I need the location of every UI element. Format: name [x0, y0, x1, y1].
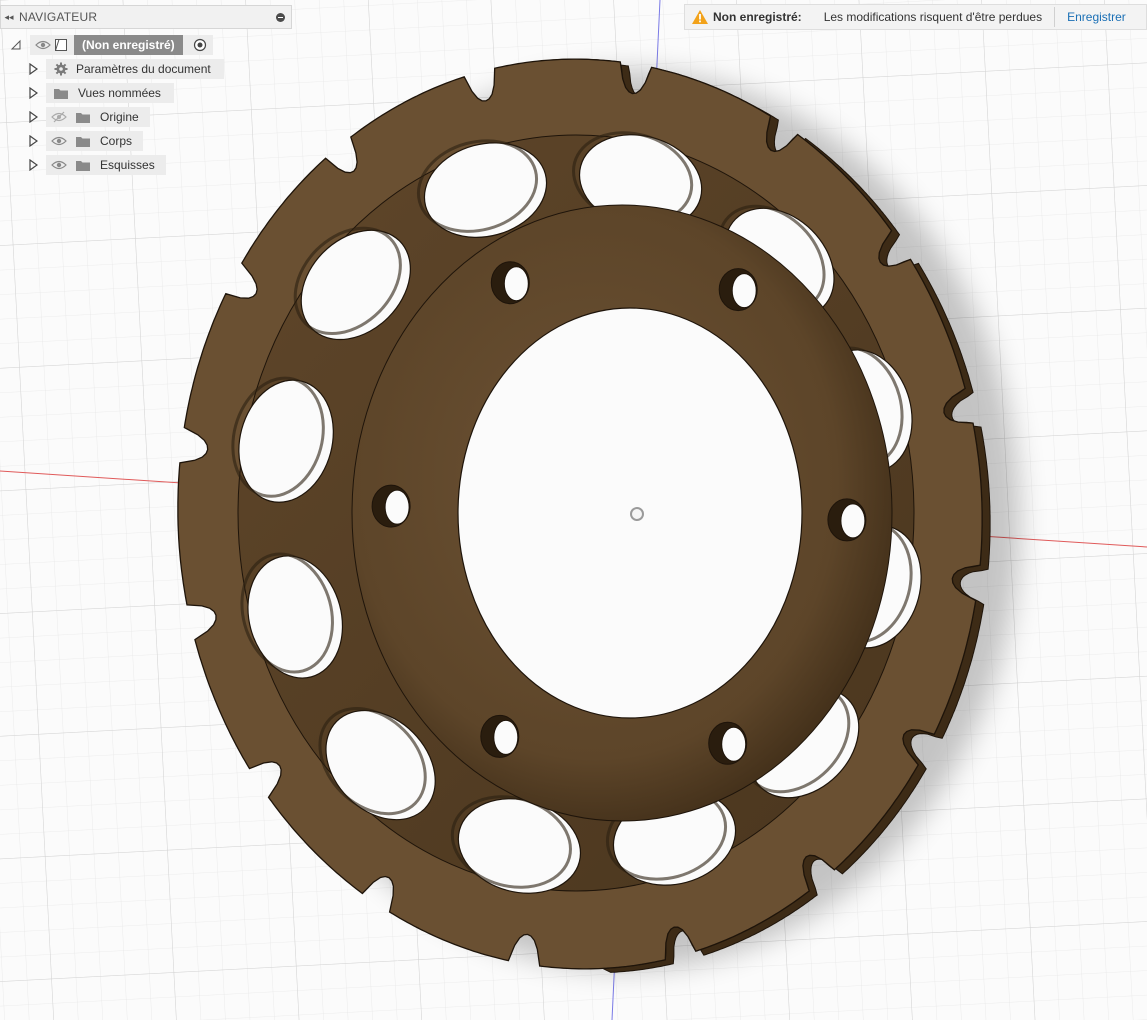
notification-title: Non enregistré: — [713, 10, 802, 24]
unsaved-notification-bar: Non enregistré: Les modifications risque… — [684, 4, 1147, 30]
expand-arrow-icon[interactable] — [28, 62, 38, 76]
document-icon — [52, 38, 70, 52]
warning-icon — [689, 9, 711, 25]
tree-item-box[interactable]: Paramètres du document — [46, 59, 224, 79]
bolt-hole — [840, 503, 866, 539]
notification-message: Les modifications risquent d'être perdue… — [823, 10, 1043, 24]
bolt-hole — [503, 266, 529, 302]
expand-arrow-icon[interactable] — [28, 86, 38, 100]
origin-point[interactable] — [630, 507, 644, 521]
tree-item-label: Vues nommées — [70, 83, 168, 103]
expand-arrow-icon[interactable] — [28, 134, 38, 148]
save-link[interactable]: Enregistrer — [1067, 10, 1126, 24]
activate-radio-icon[interactable] — [191, 38, 209, 52]
eye-icon[interactable] — [50, 158, 68, 172]
tree-root-row[interactable]: (Non enregistré) — [10, 35, 213, 55]
expand-arrow-icon[interactable] — [28, 158, 38, 172]
3d-viewport[interactable] — [0, 0, 1147, 1020]
tree-item-box[interactable]: Vues nommées — [46, 83, 174, 103]
folder-icon — [52, 86, 70, 100]
eye-icon[interactable] — [50, 134, 68, 148]
center-bore — [457, 307, 803, 719]
navigator-title: NAVIGATEUR — [19, 10, 98, 24]
tree-item-bodies[interactable]: Corps — [28, 131, 144, 151]
minimize-panel-button[interactable] — [269, 6, 291, 28]
folder-icon — [74, 134, 92, 148]
folder-icon — [74, 110, 92, 124]
eye-hidden-icon[interactable] — [50, 110, 68, 124]
root-label: (Non enregistré) — [74, 35, 183, 55]
gear-icon — [52, 62, 70, 76]
tree-item-box[interactable]: Esquisses — [46, 155, 166, 175]
bolt-hole — [493, 719, 519, 755]
tree-item-box[interactable]: Origine — [46, 107, 150, 127]
navigator-header: ◂◂ NAVIGATEUR — [0, 5, 292, 29]
tree-item-sketches[interactable]: Esquisses — [28, 155, 166, 175]
tree-item-document-settings[interactable]: Paramètres du document — [28, 59, 224, 79]
divider — [1054, 7, 1056, 27]
part-body[interactable] — [177, 58, 991, 973]
tree-item-label: Corps — [92, 131, 140, 151]
minus-circle-icon — [275, 12, 285, 22]
tree-item-origin[interactable]: Origine — [28, 107, 150, 127]
folder-icon — [74, 158, 92, 172]
expand-root-icon[interactable] — [10, 39, 22, 51]
bolt-hole — [721, 726, 747, 762]
eye-icon[interactable] — [34, 38, 52, 52]
tree-item-label: Esquisses — [92, 155, 162, 175]
bolt-hole — [384, 489, 410, 525]
tree-item-box[interactable]: Corps — [46, 131, 144, 151]
tree-item-named-views[interactable]: Vues nommées — [28, 83, 174, 103]
root-node[interactable]: (Non enregistré) — [30, 35, 213, 55]
expand-arrow-icon[interactable] — [28, 110, 38, 124]
tree-item-label: Paramètres du document — [70, 59, 218, 79]
bolt-hole — [731, 273, 757, 309]
tree-item-label: Origine — [92, 107, 146, 127]
collapse-panel-icon[interactable]: ◂◂ — [1, 6, 17, 28]
